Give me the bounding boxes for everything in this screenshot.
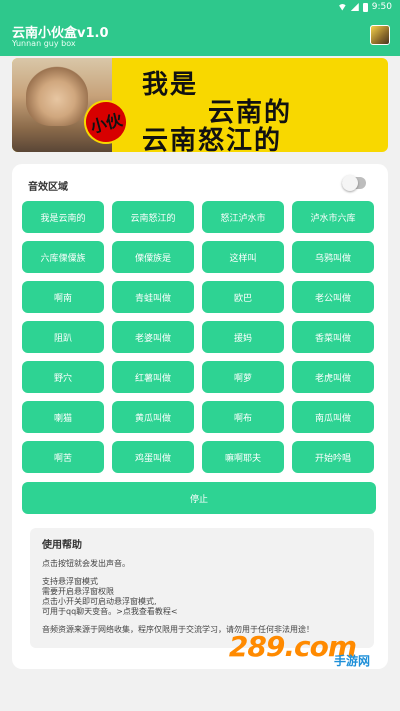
help-text: 点击按钮就会发出声音。: [42, 559, 130, 568]
sound-button[interactable]: 泸水市六库: [292, 201, 374, 233]
sound-button[interactable]: 这样叫: [202, 241, 284, 273]
status-time: 9:50: [371, 2, 392, 12]
wifi-icon: [337, 3, 347, 11]
sound-button[interactable]: 欧巴: [202, 281, 284, 313]
sound-button[interactable]: 云南怒江的: [112, 201, 194, 233]
sound-button[interactable]: 红薯叫做: [112, 361, 194, 393]
sound-button[interactable]: 啊萝: [202, 361, 284, 393]
avatar[interactable]: [370, 25, 390, 45]
status-bar: 9:50: [0, 0, 400, 14]
sound-card: 音效区域 我是云南的 云南怒江的 怒江泸水市 泸水市六库 六库傈僳族 傈僳族是 …: [12, 164, 388, 669]
sound-button[interactable]: 啊布: [202, 401, 284, 433]
help-text: 点击小开关即可启动悬浮窗模式,: [42, 597, 157, 606]
sound-grid: 我是云南的 云南怒江的 怒江泸水市 泸水市六库 六库傈僳族 傈僳族是 这样叫 乌…: [22, 201, 376, 473]
banner-line-3: 云南怒江的: [142, 126, 283, 152]
sound-button[interactable]: 老虎叫做: [292, 361, 374, 393]
toggle-knob: [342, 175, 358, 191]
sound-button[interactable]: 黄瓜叫做: [112, 401, 194, 433]
stop-button[interactable]: 停止: [22, 482, 376, 514]
help-text: 需要开启悬浮窗权限: [42, 587, 114, 596]
sound-button[interactable]: 六库傈僳族: [22, 241, 104, 273]
help-text: 支持悬浮窗模式: [42, 577, 98, 586]
app-subtitle: Yunnan guy box: [12, 39, 76, 48]
sound-button[interactable]: 野穴: [22, 361, 104, 393]
sound-button[interactable]: 傈僳族是: [112, 241, 194, 273]
sound-button[interactable]: 开始吟唱: [292, 441, 374, 473]
sound-button[interactable]: 青蛙叫做: [112, 281, 194, 313]
signal-icon: [350, 3, 359, 11]
sound-button[interactable]: 南瓜叫做: [292, 401, 374, 433]
sound-button[interactable]: 怒江泸水市: [202, 201, 284, 233]
sound-button[interactable]: 老婆叫做: [112, 321, 194, 353]
watermark-text: 手游网: [333, 654, 370, 668]
float-window-toggle[interactable]: [342, 175, 366, 191]
help-title: 使用帮助: [42, 540, 82, 551]
sound-button[interactable]: 香菜叫做: [292, 321, 374, 353]
sound-button[interactable]: 阻趴: [22, 321, 104, 353]
sound-button[interactable]: 乌鸦叫做: [292, 241, 374, 273]
section-title: 音效区域: [28, 182, 68, 193]
banner: 小伙 我是 云南的 云南怒江的: [12, 58, 388, 152]
sound-button[interactable]: 鸡蛋叫做: [112, 441, 194, 473]
help-tutorial-link[interactable]: 可用于qq聊天变音。>点我查看教程<: [42, 607, 362, 617]
sound-button[interactable]: 喇猫: [22, 401, 104, 433]
battery-icon: [362, 2, 368, 12]
sound-button[interactable]: 老公叫做: [292, 281, 374, 313]
sound-button[interactable]: 我是云南的: [22, 201, 104, 233]
sound-button[interactable]: 啊南: [22, 281, 104, 313]
sound-button[interactable]: 啊苦: [22, 441, 104, 473]
banner-line-1: 我是: [142, 70, 199, 100]
sound-button[interactable]: 嘛啊耶夫: [202, 441, 284, 473]
sound-button[interactable]: 援妈: [202, 321, 284, 353]
